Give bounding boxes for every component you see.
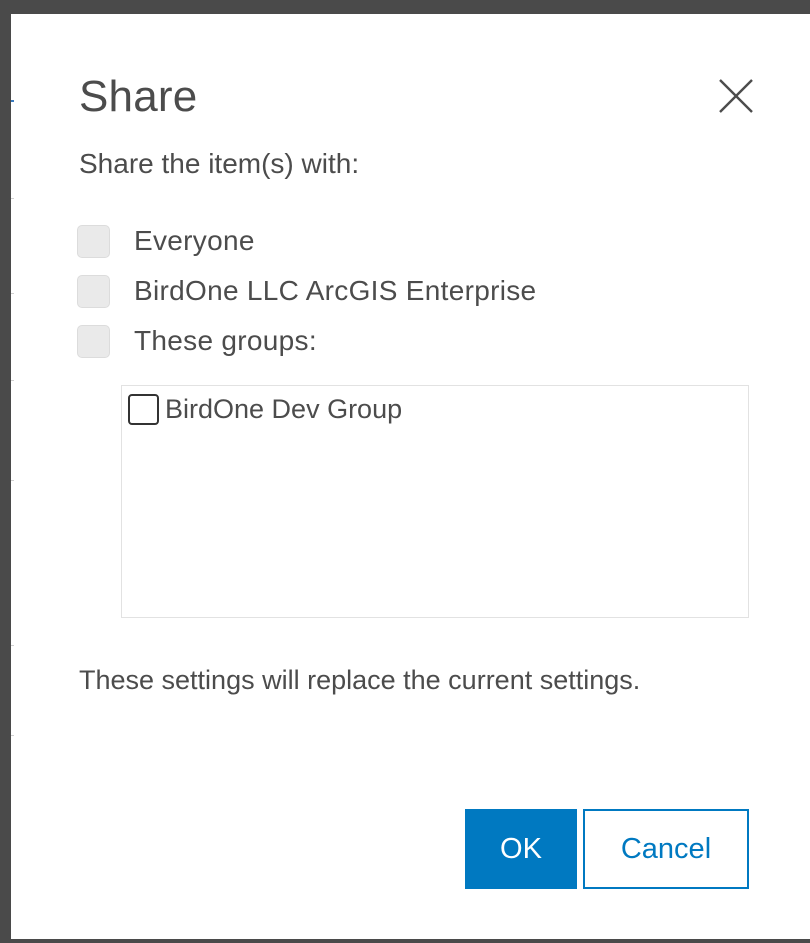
groups-list[interactable]: BirdOne Dev Group: [121, 385, 749, 618]
option-label: Everyone: [134, 225, 255, 256]
settings-note: These settings will replace the current …: [79, 665, 641, 695]
option-label: BirdOne LLC ArcGIS Enterprise: [134, 275, 537, 306]
option-label: These groups:: [134, 325, 317, 356]
modal-backdrop-left: [0, 0, 11, 943]
dialog-title: Share: [79, 72, 198, 121]
close-icon: [719, 79, 753, 113]
option-organization[interactable]: BirdOne LLC ArcGIS Enterprise: [77, 271, 536, 311]
modal-backdrop-bottom: [0, 939, 810, 943]
cancel-button[interactable]: Cancel: [583, 809, 749, 889]
these-groups-checkbox[interactable]: [77, 324, 110, 358]
ok-button[interactable]: OK: [465, 809, 577, 889]
group-item[interactable]: BirdOne Dev Group: [128, 394, 402, 425]
group-label: BirdOne Dev Group: [165, 394, 403, 424]
modal-backdrop-top: [0, 0, 810, 14]
organization-checkbox[interactable]: [77, 274, 110, 308]
group-checkbox[interactable]: [128, 394, 159, 425]
close-button[interactable]: [714, 74, 758, 118]
share-dialog: Share Share the item(s) with: Everyone B…: [14, 14, 810, 939]
share-intro-text: Share the item(s) with:: [79, 148, 360, 179]
screen: Share Share the item(s) with: Everyone B…: [0, 0, 810, 943]
option-these-groups[interactable]: These groups:: [77, 321, 317, 361]
everyone-checkbox[interactable]: [77, 224, 110, 258]
option-everyone[interactable]: Everyone: [77, 221, 255, 261]
